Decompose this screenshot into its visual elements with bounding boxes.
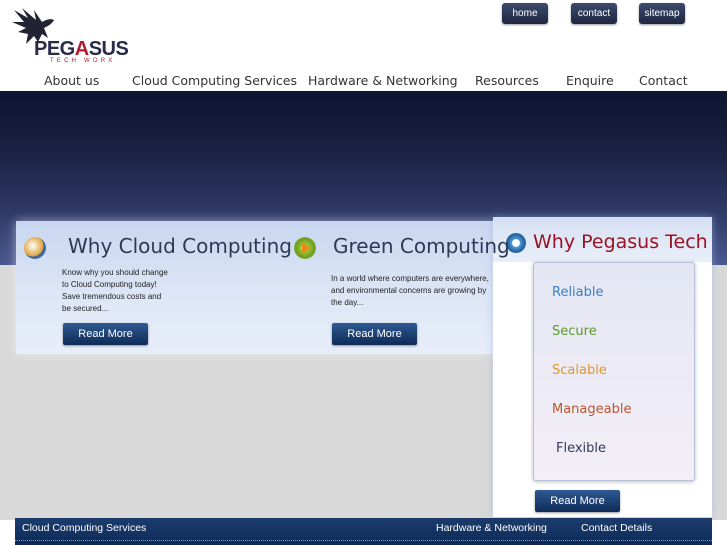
pegasus-logo[interactable]: PEGASUS TECH WORX <box>8 4 134 64</box>
nav-enquire[interactable]: Enquire <box>566 73 614 88</box>
play-triangle-icon <box>302 242 311 254</box>
contact-button[interactable]: contact <box>571 3 617 24</box>
footer-link-cloud-services[interactable]: Cloud Computing Services <box>22 522 146 534</box>
benefit-reliable: Reliable <box>552 285 604 300</box>
why-cloud-computing-title[interactable]: Why Cloud Computing <box>68 234 292 258</box>
green-computing-title[interactable]: Green Computing <box>333 234 510 258</box>
nav-hardware-networking[interactable]: Hardware & Networking <box>308 73 458 88</box>
footer-divider <box>15 540 712 541</box>
main-nav: About us Cloud Computing Services Hardwa… <box>0 73 727 89</box>
footer-link-hardware-networking[interactable]: Hardware & Networking <box>436 522 547 534</box>
site-header: PEGASUS TECH WORX home contact sitemap A… <box>0 0 727 91</box>
read-more-green-button[interactable]: Read More <box>332 323 417 345</box>
why-cloud-text: Know why you should change to Cloud Comp… <box>62 268 168 313</box>
green-computing-text: In a world where computers are everywher… <box>331 274 489 307</box>
nav-cloud-computing-services[interactable]: Cloud Computing Services <box>132 73 297 88</box>
logo-tagline: TECH WORX <box>50 58 116 64</box>
cloud-badge-icon <box>24 237 46 259</box>
nav-resources[interactable]: Resources <box>475 73 539 88</box>
read-more-why-button[interactable]: Read More <box>535 490 620 512</box>
benefit-flexible: Flexible <box>556 441 607 456</box>
benefit-secure: Secure <box>552 324 597 339</box>
nav-about-us[interactable]: About us <box>44 73 99 88</box>
benefit-scalable: Scalable <box>552 363 607 378</box>
footer-link-contact-details[interactable]: Contact Details <box>581 522 652 534</box>
read-more-cloud-button[interactable]: Read More <box>63 323 148 345</box>
nav-contact[interactable]: Contact <box>639 73 688 88</box>
home-button[interactable]: home <box>502 3 548 24</box>
sitemap-button[interactable]: sitemap <box>639 3 685 24</box>
why-pegasus-title: Why Pegasus Tech <box>533 231 708 253</box>
benefit-manageable: Manageable <box>552 402 632 417</box>
